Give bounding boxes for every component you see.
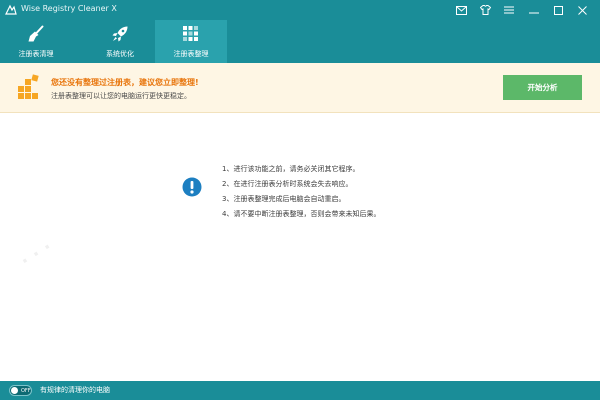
mail-icon[interactable] [451,0,471,20]
status-text: 有规律的清理你的电脑 [40,386,110,394]
close-icon[interactable] [572,0,592,20]
tab-registry-defrag[interactable]: 注册表整理 [155,20,227,63]
banner-title: 您还没有整理过注册表，建议您立即整理! [51,78,199,87]
watermark: · · · [16,236,57,273]
list-item: 2、在进行注册表分析时系统会失去响应。 [222,180,353,188]
maximize-icon[interactable] [548,0,568,20]
info-icon [182,177,202,197]
toggle-state-label: OFF [21,387,31,394]
broom-icon [28,25,44,42]
main-toolbar: 注册表清理 系统优化 注册表整理 [0,20,600,63]
tab-system-optimize[interactable]: 系统优化 [84,20,156,63]
toggle-knob [11,387,18,394]
tab-label: 注册表清理 [18,50,54,58]
list-item: 3、注册表整理完成后电脑会自动重启。 [222,195,346,203]
banner-subtitle: 注册表整理可以让您的电脑运行更快更稳定。 [51,92,191,100]
main-content: · · · [0,114,600,381]
list-item: 4、请不要中断注册表整理，否则会带来未知后果。 [222,210,381,218]
app-logo-icon [5,4,17,15]
tab-label: 注册表整理 [173,50,209,58]
list-item: 1、进行该功能之前，请务必关闭其它程序。 [222,165,360,173]
app-title: Wise Registry Cleaner X [21,4,117,13]
instructions-list: 1、进行该功能之前，请务必关闭其它程序。 2、在进行注册表分析时系统会失去响应。… [222,163,380,223]
blocks-icon [183,26,198,41]
title-bar: Wise Registry Cleaner X [0,0,600,20]
tab-registry-clean[interactable]: 注册表清理 [0,20,72,63]
rocket-icon [112,26,128,42]
shirt-icon[interactable] [475,0,495,20]
tab-label: 系统优化 [106,50,134,58]
start-analysis-button[interactable]: 开始分析 [503,75,582,100]
registry-blocks-icon [18,74,39,99]
schedule-toggle[interactable]: OFF [9,385,32,396]
minimize-icon[interactable] [524,0,544,20]
menu-icon[interactable] [499,0,519,20]
